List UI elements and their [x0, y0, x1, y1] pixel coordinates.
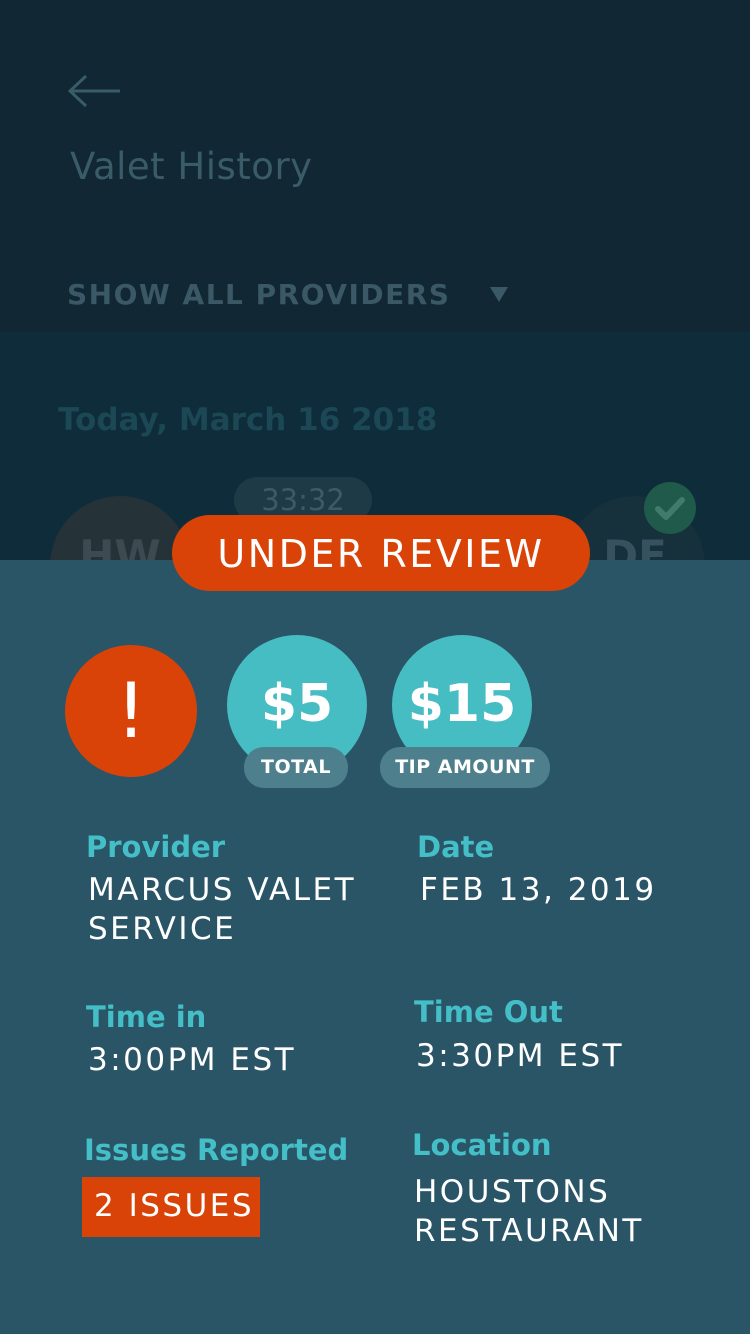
provider-value: MARCUS VALET SERVICE [88, 872, 357, 947]
date-label: Date [417, 830, 495, 864]
alert-icon: ! [65, 645, 197, 777]
section-date-heading: Today, March 16 2018 [58, 402, 438, 438]
location-label: Location [412, 1128, 552, 1162]
date-value: FEB 13, 2019 [420, 872, 657, 908]
location-value: HOUSTONS RESTAURANT [414, 1174, 644, 1249]
providers-filter-label: SHOW ALL PROVIDERS [67, 277, 451, 311]
status-badge: UNDER REVIEW [172, 515, 590, 591]
time-in-value: 3:00PM EST [88, 1042, 297, 1078]
issues-label: Issues Reported [84, 1133, 349, 1167]
check-icon [655, 497, 685, 520]
time-out-label: Time Out [414, 995, 563, 1029]
provider-label: Provider [86, 830, 226, 864]
time-in-label: Time in [86, 1000, 207, 1034]
providers-filter-dropdown[interactable]: SHOW ALL PROVIDERS [67, 274, 509, 314]
time-out-value: 3:30PM EST [416, 1038, 625, 1074]
total-label: TOTAL [244, 747, 348, 788]
tip-label: TIP AMOUNT [380, 747, 550, 788]
app-header: Valet History SHOW ALL PROVIDERS [0, 0, 750, 332]
check-badge [644, 482, 696, 534]
caret-down-icon [490, 286, 509, 302]
issues-badge[interactable]: 2 ISSUES [82, 1177, 260, 1237]
page-title: Valet History [70, 145, 313, 188]
back-arrow-icon[interactable] [68, 74, 122, 108]
